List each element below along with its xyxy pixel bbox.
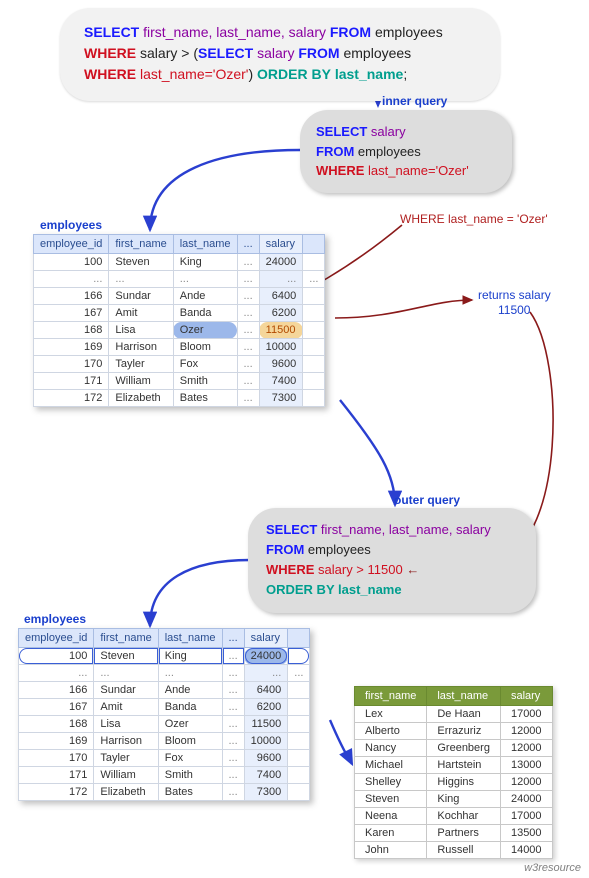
table-row: StevenKing24000: [355, 791, 553, 808]
inner-query-box: SELECT salary FROM employees WHERE last_…: [300, 110, 512, 193]
col-last-name: last_name: [173, 235, 237, 254]
kw-select: SELECT: [84, 24, 139, 40]
table-row: 100StevenKing...24000: [19, 648, 310, 665]
label-employees-2: employees: [24, 612, 86, 626]
table-row: ShelleyHiggins12000: [355, 774, 553, 791]
table-row: AlbertoErrazuriz12000: [355, 723, 553, 740]
label-employees-1: employees: [40, 218, 102, 232]
outer-query-box: SELECT first_name, last_name, salary FRO…: [248, 508, 536, 613]
table-row: 170TaylerFox...9600: [19, 750, 310, 767]
col-first-name: first_name: [94, 629, 158, 648]
table-row: NeenaKochhar17000: [355, 808, 553, 825]
table-row: 172ElizabethBates...7300: [19, 784, 310, 801]
inner-cond: last_name='Ozer': [368, 163, 469, 178]
kw-subfrom: FROM: [298, 45, 339, 61]
note-where-ozer: WHERE last_name = 'Ozer': [400, 212, 548, 226]
kw-orderby: ORDER BY: [266, 582, 334, 597]
result-table: first_name last_name salary LexDe Haan17…: [354, 686, 553, 859]
col-employee-id: employee_id: [34, 235, 109, 254]
table-row: JohnRussell14000: [355, 842, 553, 859]
table-row: ..................: [19, 665, 310, 682]
close-paren: ): [248, 66, 253, 82]
col-salary: salary: [244, 629, 288, 648]
kw-from: FROM: [266, 542, 304, 557]
table-row: LexDe Haan17000: [355, 706, 553, 723]
table-row: 169HarrisonBloom...10000: [34, 339, 325, 356]
employees-table-1: employee_id first_name last_name ... sal…: [33, 234, 325, 407]
kw-select: SELECT: [316, 124, 367, 139]
outer-cond: salary > 11500: [318, 562, 403, 577]
col-last-name: last_name: [158, 629, 222, 648]
footer-credit: w3resource: [524, 862, 581, 874]
table-row: 170TaylerFox...9600: [34, 356, 325, 373]
orderby-col: last_name: [335, 66, 403, 82]
table-row: NancyGreenberg12000: [355, 740, 553, 757]
label-outer-query: outer query: [394, 493, 460, 507]
kw-where: WHERE: [316, 163, 364, 178]
sub-cond: last_name='Ozer': [140, 66, 248, 82]
kw-where: WHERE: [266, 562, 314, 577]
where-open: salary > (: [140, 45, 198, 61]
inner-tbl: employees: [358, 144, 421, 159]
table-row: 166SundarAnde...6400: [34, 288, 325, 305]
orderby-col: last_name: [334, 582, 401, 597]
from-table: employees: [375, 24, 443, 40]
kw-where: WHERE: [84, 45, 136, 61]
label-inner-query: inner query: [382, 94, 447, 108]
kw-subwhere: WHERE: [84, 66, 136, 82]
table-row: MichaelHartstein13000: [355, 757, 553, 774]
kw-subselect: SELECT: [198, 45, 253, 61]
col-employee-id: employee_id: [19, 629, 94, 648]
sub-table: employees: [343, 45, 411, 61]
table-row: 171WilliamSmith...7400: [19, 767, 310, 784]
col-first-name: first_name: [355, 687, 427, 706]
table-row: ..................: [34, 271, 325, 288]
kw-from: FROM: [330, 24, 371, 40]
inner-cols: salary: [371, 124, 406, 139]
note-returns-value: 11500: [498, 303, 530, 317]
table-row: 168LisaOzer...11500: [34, 322, 325, 339]
employees-table-2: employee_id first_name last_name ... sal…: [18, 628, 310, 801]
note-returns-salary: returns salary: [478, 288, 551, 302]
kw-orderby: ORDER BY: [257, 66, 331, 82]
kw-select: SELECT: [266, 522, 317, 537]
semicolon: ;: [403, 66, 407, 82]
full-sql-query: SELECT first_name, last_name, salary FRO…: [60, 8, 500, 101]
table-row: 172ElizabethBates...7300: [34, 390, 325, 407]
table-row: KarenPartners13500: [355, 825, 553, 842]
table-row: 167AmitBanda...6200: [34, 305, 325, 322]
table-row: 169HarrisonBloom...10000: [19, 733, 310, 750]
table-row: 171WilliamSmith...7400: [34, 373, 325, 390]
table-row: 167AmitBanda...6200: [19, 699, 310, 716]
select-columns: first_name, last_name, salary: [143, 24, 326, 40]
table-row: 168LisaOzer...11500: [19, 716, 310, 733]
col-salary: salary: [259, 235, 303, 254]
col-salary: salary: [500, 687, 552, 706]
sub-cols: salary: [257, 45, 294, 61]
table-row: 100StevenKing...24000: [34, 254, 325, 271]
kw-from: FROM: [316, 144, 354, 159]
outer-cols: first_name, last_name, salary: [321, 522, 491, 537]
outer-tbl: employees: [308, 542, 371, 557]
col-first-name: first_name: [109, 235, 173, 254]
col-last-name: last_name: [427, 687, 501, 706]
table-row: 166SundarAnde...6400: [19, 682, 310, 699]
